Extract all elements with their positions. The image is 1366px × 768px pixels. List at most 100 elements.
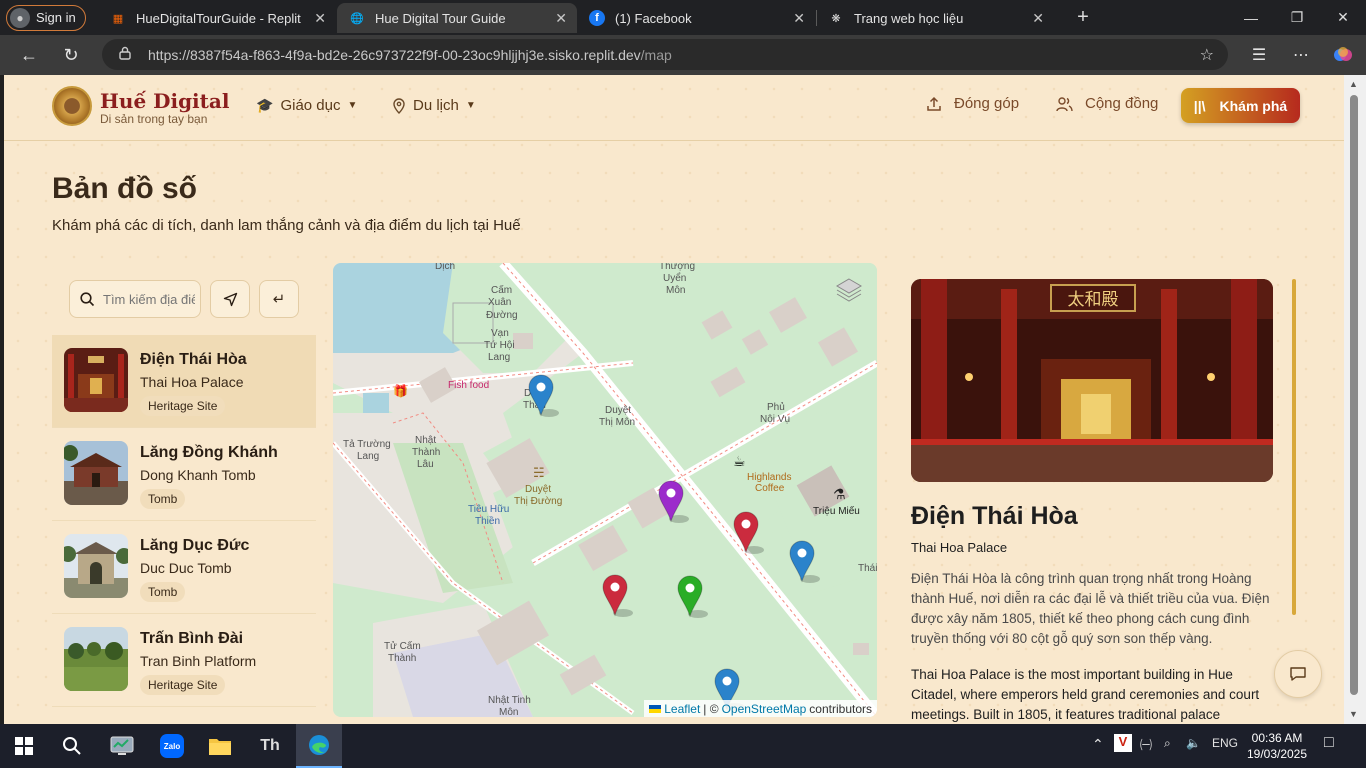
facebook-icon: f [589,10,605,26]
zalo-icon[interactable]: Zalo [156,730,188,762]
volume-icon[interactable]: 🔈 [1186,736,1201,750]
notifications-icon[interactable]: □ [1324,734,1334,752]
search-input[interactable] [103,291,195,307]
place-detail-panel: 太和殿 Điện Thái Hòa Thai Hoa Palace Điện T… [895,263,1302,724]
clock-date: 19/03/2025 [1246,747,1308,761]
tab-replit[interactable]: ▦ HueDigitalTourGuide - Replit ✕ [98,3,336,33]
search-icon [80,291,95,306]
page-scrollbar[interactable]: ▲ ▼ [1344,75,1366,724]
return-button[interactable]: ↵ [259,280,299,318]
sign-in-button[interactable]: ● Sign in [6,4,86,31]
wifi-icon[interactable]: ⌕ [1164,736,1171,751]
detail-description-vi: Điện Thái Hòa là công trình quan trọng n… [911,571,1270,646]
tab-hoc-lieu[interactable]: ❋ Trang web học liệu ✕ [816,3,1054,33]
copilot-icon[interactable] [1328,41,1358,69]
places-list-panel: ↵ Điện Thái Hòa Thai Hoa Palace Heritage… [52,263,316,724]
task-manager-icon[interactable] [106,730,138,762]
chat-button[interactable] [1274,650,1322,698]
site-logo[interactable] [52,86,92,126]
map-marker[interactable] [677,575,708,618]
typing-app-icon[interactable]: Th [254,730,286,762]
map-marker[interactable] [602,574,633,617]
vietkey-icon[interactable]: V [1114,734,1132,752]
library-icon: ||\ [1193,97,1206,114]
restore-button[interactable]: ❐ [1274,0,1320,35]
search-box[interactable] [69,280,201,318]
map-attribution: Leaflet | © OpenStreetMap contributors [644,700,877,717]
map-pin-icon [393,97,405,114]
attribution-separator: | © [703,701,719,716]
language-indicator[interactable]: ENG [1212,736,1238,750]
input-method-icon[interactable]: ㈠ [1140,736,1152,753]
chevron-down-icon: ▼ [465,100,476,111]
close-tab-icon[interactable]: ✕ [314,10,326,27]
tab-facebook[interactable]: f (1) Facebook ✕ [577,3,815,33]
place-name: Điện Thái Hòa [140,351,247,368]
menu-label: Du lịch [413,97,459,114]
tab-title: Trang web học liệu [854,10,964,26]
list-item[interactable]: Trấn Bình Đài Tran Binh Platform Heritag… [52,614,316,707]
minimize-button[interactable]: — [1228,0,1274,35]
map-marker[interactable] [658,480,689,523]
map-marker[interactable] [789,540,820,583]
url-host: https://8387f54a-f863-4f9a-bd2e-26c97372… [148,46,641,63]
web-page: Huế Digital Di sản trong tay bạn 🎓 Giáo … [4,75,1344,724]
chevron-down-icon: ▼ [347,100,358,111]
layers-control[interactable] [833,273,865,305]
contribute-link[interactable]: Đóng góp [926,95,1019,112]
show-hidden-icons-icon[interactable]: ⌃ [1092,736,1104,753]
taskbar-clock[interactable]: 00:36 AM 19/03/2025 [1244,730,1310,762]
site-info-icon[interactable] [118,46,132,60]
search-icon[interactable] [56,730,88,762]
favorites-icon[interactable]: ☰ [1244,41,1274,69]
detail-scrollbar[interactable] [1292,279,1296,615]
place-thumbnail [64,348,128,412]
favorite-star-icon[interactable]: ☆ [1200,45,1214,65]
marker-layer [528,374,820,711]
url-path: /map [640,46,672,63]
scroll-up-arrow-icon[interactable]: ▲ [1349,79,1358,89]
detail-english-name: Thai Hoa Palace [911,540,1008,555]
explore-button[interactable]: ||\ Khám phá [1181,88,1300,123]
map-view[interactable]: Dịch Thượng Uyển Môn Cấm Xuân Đường Vạn … [333,263,877,717]
users-icon [1056,96,1073,111]
address-toolbar: ← ↻ https://8387f54a-f863-4f9a-bd2e-26c9… [0,35,1366,75]
openstreetmap-link[interactable]: OpenStreetMap [722,702,807,716]
close-tab-icon[interactable]: ✕ [793,10,805,27]
new-tab-button[interactable]: + [1060,0,1106,35]
list-item[interactable]: Điện Thái Hòa Thai Hoa Palace Heritage S… [52,335,316,428]
leaflet-link[interactable]: Leaflet [664,702,700,716]
windows-start-icon[interactable] [8,730,40,762]
scroll-down-arrow-icon[interactable]: ▼ [1349,709,1358,719]
community-link[interactable]: Cộng đồng [1056,95,1158,112]
brand-tagline: Di sản trong tay bạn [100,112,208,126]
openai-icon: ❋ [831,12,841,25]
ukraine-flag-icon [649,704,662,713]
menu-travel[interactable]: Du lịch ▼ [392,97,476,114]
map-marker[interactable] [733,511,764,554]
layers-icon [836,278,862,302]
attribution-suffix: contributors [809,701,872,716]
map-marker[interactable] [528,374,559,417]
file-explorer-icon[interactable] [204,730,236,762]
menu-education[interactable]: 🎓 Giáo dục ▼ [256,97,357,114]
windows-taskbar: Zalo Th ⌃ V ㈠ ⌕ 🔈 ENG 00:36 AM 19/03/202… [0,724,1366,768]
place-english-name: Thai Hoa Palace [140,374,244,390]
close-tab-icon[interactable]: ✕ [1032,10,1044,27]
place-english-name: Dong Khanh Tomb [140,467,256,483]
brand-name[interactable]: Huế Digital [100,89,229,113]
place-english-name: Tran Binh Platform [140,653,257,669]
refresh-icon[interactable]: ↻ [56,41,86,69]
scrollbar-thumb[interactable] [1350,95,1358,695]
edge-icon[interactable] [296,724,342,768]
close-window-button[interactable]: ✕ [1320,0,1366,35]
list-item[interactable]: Lăng Đồng Khánh Dong Khanh Tomb Tomb [52,428,316,521]
more-menu-icon[interactable]: ⋯ [1286,41,1316,69]
list-item[interactable]: Lăng Dục Đức Duc Duc Tomb Tomb [52,521,316,614]
tab-hue-digital[interactable]: 🌐 Hue Digital Tour Guide ✕ [337,3,577,33]
globe-icon: 🌐 [350,12,364,25]
close-tab-icon[interactable]: ✕ [555,10,567,27]
locate-button[interactable] [210,280,250,318]
back-arrow-icon[interactable]: ← [14,41,44,69]
url-field[interactable]: https://8387f54a-f863-4f9a-bd2e-26c97372… [102,39,1228,70]
